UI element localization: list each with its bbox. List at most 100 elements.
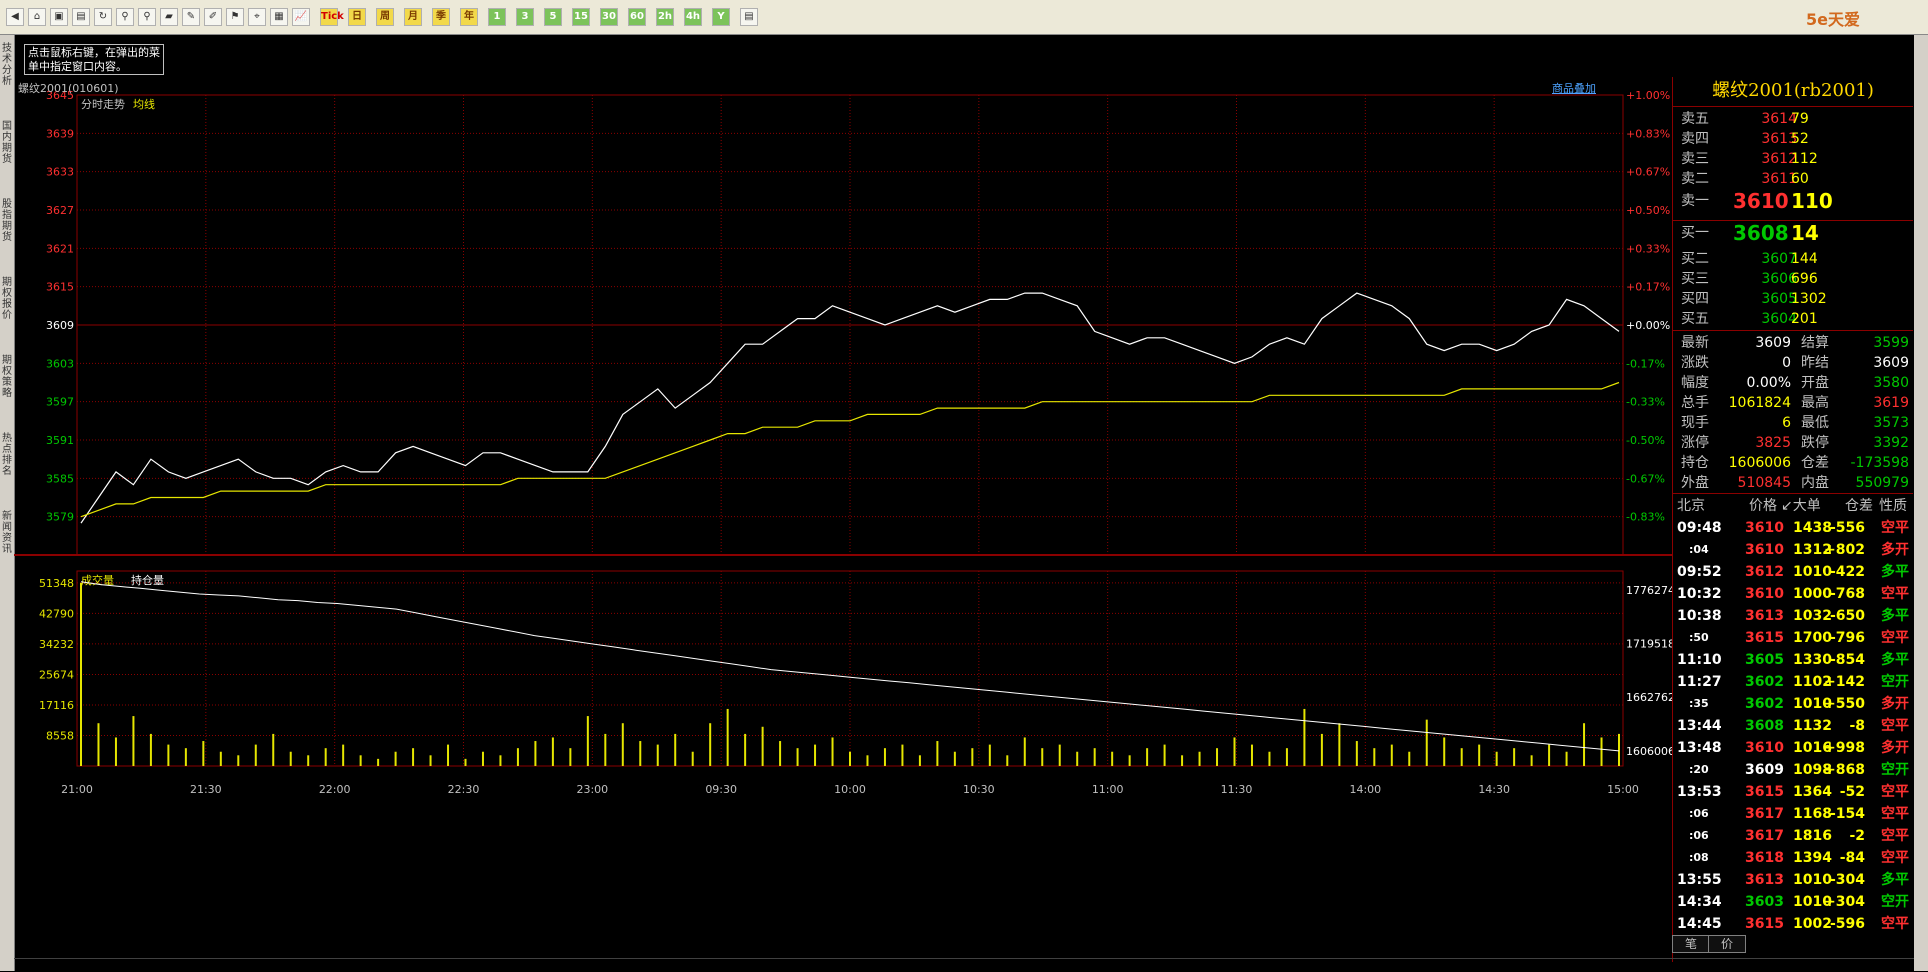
tick-time: :50 [1689,631,1709,644]
tick-tab-0[interactable]: 笔 [1672,935,1710,953]
tick-time: 13:55 [1677,872,1722,888]
toolbar-button-19[interactable]: 年 [460,8,478,26]
toolbar-button-2[interactable]: ▣ [50,8,68,26]
toolbar-button-14[interactable]: Tick [320,8,344,26]
commodity-overlay-link[interactable]: 商品叠加 [1552,80,1596,96]
toolbar-button-1[interactable]: ⌂ [28,8,46,26]
tick-nature: 空平 [1881,784,1909,800]
tick-nature: 多平 [1881,872,1909,888]
tick-nature: 空平 [1881,520,1909,536]
toolbar-button-4[interactable]: ↻ [94,8,112,26]
tick-time: :04 [1689,543,1709,556]
tick-oi-change: -8 [1849,718,1865,734]
tick-volume: 1330 [1793,652,1832,668]
side-tab-2[interactable]: 股指期货 [0,199,14,243]
stat-value: 510845 [1737,475,1791,491]
tick-price: 3618 [1745,850,1784,866]
tick-row: 13:48 3610 1016 +998 多开 [1673,737,1913,759]
toolbar-button-25[interactable]: 60 [628,8,646,26]
bid-level-price: 3604 [1761,311,1797,327]
legend-price: 分时走势 [81,98,125,111]
stat-row: 外盘 510845 内盘 550979 [1677,473,1909,493]
time-tick-label: 10:00 [834,783,866,796]
toolbar-button-24[interactable]: 30 [600,8,618,26]
toolbar-button-10[interactable]: ⚑ [226,8,244,26]
side-tab-5[interactable]: 热点排名 [0,433,14,477]
toolbar-button-23[interactable]: 15 [572,8,590,26]
volume-tick-label: 17116 [39,699,74,712]
stat-label: 涨跌 [1681,355,1709,371]
oi-tick-label: 1662762 [1626,691,1672,704]
tick-oi-change: -650 [1829,608,1865,624]
stat-row: 涨停 3825 跌停 3392 [1677,433,1909,453]
ticks-header-n: 性质 [1879,498,1907,514]
toolbar-button-0[interactable]: ◀ [6,8,24,26]
toolbar-button-29[interactable]: ▤ [740,8,758,26]
toolbar-button-13[interactable]: 📈 [292,8,310,26]
stat-row: 总手 1061824 最高 3619 [1677,393,1909,413]
toolbar-button-9[interactable]: ✐ [204,8,222,26]
toolbar-button-18[interactable]: 季 [432,8,450,26]
stat-row: 涨跌 0 昨结 3609 [1677,353,1909,373]
tick-price: 3610 [1745,740,1784,756]
ask-level-1: 卖四 3613 52 [1677,129,1909,149]
tick-row: :50 3615 1700 -796 空平 [1673,627,1913,649]
ask-level-label: 卖三 [1681,151,1709,167]
tick-price: 3612 [1745,564,1784,580]
stat-label: 昨结 [1801,355,1829,371]
toolbar-button-20[interactable]: 1 [488,8,506,26]
tick-nature: 多平 [1881,608,1909,624]
tick-price: 3605 [1745,652,1784,668]
side-tab-1[interactable]: 国内期货 [0,121,14,165]
toolbar-button-22[interactable]: 5 [544,8,562,26]
tick-price: 3615 [1745,916,1784,932]
toolbar-button-6[interactable]: ⚲ [138,8,156,26]
toolbar-button-15[interactable]: 日 [348,8,366,26]
side-tab-3[interactable]: 期权报价 [0,277,14,321]
side-tab-4[interactable]: 期权策略 [0,355,14,399]
time-tick-label: 09:30 [705,783,737,796]
pct-tick-label: +1.00% [1626,89,1670,102]
time-tick-label: 22:00 [319,783,351,796]
toolbar-button-5[interactable]: ⚲ [116,8,134,26]
toolbar-button-11[interactable]: ⌖ [248,8,266,26]
pct-tick-label: +0.50% [1626,204,1670,217]
tick-row: :35 3602 1010 +550 多开 [1673,693,1913,715]
tick-nature: 空平 [1881,718,1909,734]
ticks-header: 北京 价格 ↙大单 仓差 性质 [1673,495,1913,517]
stat-label: 结算 [1801,335,1829,351]
stat-value: 3573 [1873,415,1909,431]
toolbar-button-27[interactable]: 4h [684,8,702,26]
tick-nature: 多开 [1881,696,1909,712]
toolbar-button-17[interactable]: 月 [404,8,422,26]
intraday-chart[interactable]: 3645 +1.00%3639 +0.83%3633 +0.67%3627 +0.50%… [14,77,1672,959]
volume-tick-label: 8558 [46,729,74,742]
toolbar-button-21[interactable]: 3 [516,8,534,26]
tick-row: :06 3617 1168 -154 空平 [1673,803,1913,825]
stat-value: 3609 [1755,335,1791,351]
tick-oi-change: -796 [1829,630,1865,646]
stat-value: 1606006 [1728,455,1791,471]
time-tick-label: 14:30 [1478,783,1510,796]
tick-nature: 空平 [1881,850,1909,866]
tick-oi-change: -422 [1829,564,1865,580]
side-tab-6[interactable]: 新闻资讯 [0,511,14,555]
toolbar-button-7[interactable]: ▰ [160,8,178,26]
bid-level-price: 3607 [1761,251,1797,267]
toolbar-button-3[interactable]: ▤ [72,8,90,26]
stat-value: 3609 [1873,355,1909,371]
bid-level-label: 买二 [1681,251,1709,267]
toolbar-button-12[interactable]: ▦ [270,8,288,26]
pct-tick-label: +0.33% [1626,242,1670,255]
toolbar-button-16[interactable]: 周 [376,8,394,26]
side-tab-0[interactable]: 技术分析 [0,43,14,87]
tick-tab-1[interactable]: 价 [1708,935,1746,953]
tick-row: 09:52 3612 1010 -422 多平 [1673,561,1913,583]
toolbar-button-26[interactable]: 2h [656,8,674,26]
bid-level-label: 买三 [1681,271,1709,287]
tick-price: 3602 [1745,674,1784,690]
toolbar-button-8[interactable]: ✎ [182,8,200,26]
tick-nature: 多平 [1881,564,1909,580]
toolbar-button-28[interactable]: Y [712,8,730,26]
stat-value: 0.00% [1746,375,1791,391]
